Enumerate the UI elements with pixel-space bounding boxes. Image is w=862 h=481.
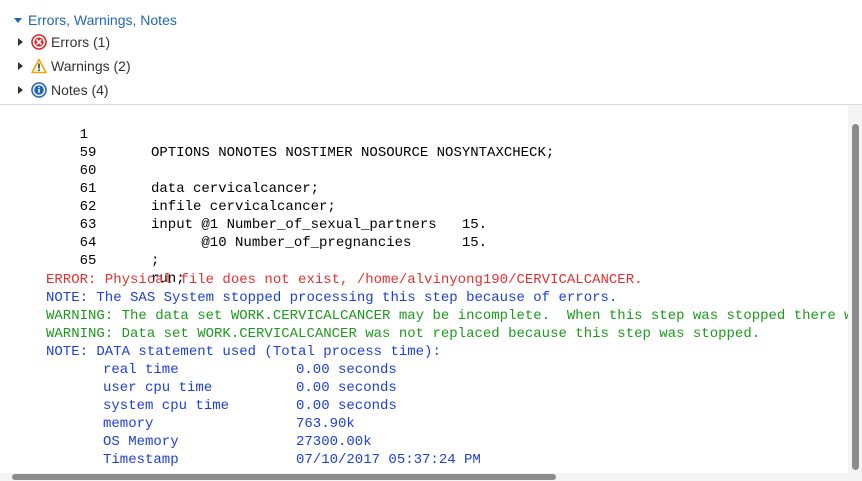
summary-item-notes[interactable]: Notes (4) (18, 81, 109, 99)
stat-label: real time (103, 362, 179, 378)
source-code: @10 Number_of_pregnancies 15. (151, 235, 488, 251)
expand-triangle-icon (18, 38, 23, 46)
warning-message: WARNING: The data set WORK.CERVICALCANCE… (46, 308, 848, 324)
warning-icon (31, 58, 47, 74)
source-line: 63 @10 Number_of_pregnancies 15. (46, 198, 487, 251)
stat-value: 763.90k (296, 416, 355, 432)
info-icon (31, 82, 47, 98)
error-icon (31, 34, 47, 50)
errors-warnings-notes-panel: Errors, Warnings, Notes Errors (1) Warni… (0, 0, 862, 105)
error-message: ERROR: Physical file does not exist, /ho… (46, 272, 643, 288)
source-code: infile cervicalcancer; (151, 199, 336, 215)
summary-item-label: Errors (1) (51, 34, 111, 50)
source-line: 60 data cervicalcancer; (46, 144, 319, 197)
summary-item-warnings[interactable]: Warnings (2) (18, 57, 131, 75)
source-line: 61 infile cervicalcancer; (46, 162, 336, 215)
stat-label: memory (103, 416, 154, 432)
stat-row: user cpu time 0.00 seconds (0, 379, 848, 397)
source-code: input @1 Number_of_sexual_partners 15. (151, 217, 488, 233)
stat-label: system cpu time (103, 398, 230, 414)
stat-row: real time 0.00 seconds (0, 361, 848, 379)
source-line: 65 run; (46, 234, 185, 287)
scrollbar-corner (848, 473, 862, 481)
summary-item-label: Notes (4) (51, 82, 109, 98)
expand-triangle-icon (18, 62, 23, 70)
vertical-scrollbar-thumb[interactable] (852, 124, 859, 470)
stat-value: 0.00 seconds (296, 398, 397, 414)
source-code: OPTIONS NONOTES NOSTIMER NOSOURCE NOSYNT… (151, 145, 555, 161)
stat-value: 0.00 seconds (296, 380, 397, 396)
stat-value: 0.00 seconds (296, 362, 397, 378)
note-message: NOTE: The SAS System stopped processing … (46, 290, 618, 306)
source-line: 59 (46, 126, 97, 161)
collapse-triangle-icon (14, 18, 22, 23)
stat-row: memory 763.90k (0, 415, 848, 433)
source-line: 62 input @1 Number_of_sexual_partners 15… (46, 180, 487, 233)
warning-message: WARNING: Data set WORK.CERVICALCANCER wa… (46, 326, 761, 342)
summary-header-toggle[interactable]: Errors, Warnings, Notes (14, 11, 177, 29)
summary-header-label: Errors, Warnings, Notes (28, 12, 177, 28)
stat-row: Timestamp 07/10/2017 05:37:24 PM (0, 451, 848, 469)
stat-label: Timestamp (103, 452, 179, 468)
stat-row: system cpu time 0.00 seconds (0, 397, 848, 415)
source-code: ; (151, 253, 160, 269)
summary-item-label: Warnings (2) (51, 58, 131, 74)
source-line: 64 ; (46, 216, 160, 269)
stat-row: OS Memory 27300.00k (0, 433, 848, 451)
expand-triangle-icon (18, 86, 23, 94)
summary-item-errors[interactable]: Errors (1) (18, 33, 110, 51)
stat-label: user cpu time (103, 380, 213, 396)
line-number: 65 (79, 253, 97, 269)
source-line: 1 OPTIONS NONOTES NOSTIMER NOSOURCE NOSY… (46, 108, 555, 161)
stat-value: 27300.00k (296, 434, 372, 450)
horizontal-scrollbar-thumb[interactable] (12, 474, 556, 480)
note-message: NOTE: DATA statement used (Total process… (46, 344, 441, 360)
source-code: data cervicalcancer; (151, 181, 320, 197)
stat-label: OS Memory (103, 434, 179, 450)
stat-value: 07/10/2017 05:37:24 PM (296, 452, 481, 468)
log-output[interactable]: 1 OPTIONS NONOTES NOSTIMER NOSOURCE NOSY… (0, 105, 848, 473)
